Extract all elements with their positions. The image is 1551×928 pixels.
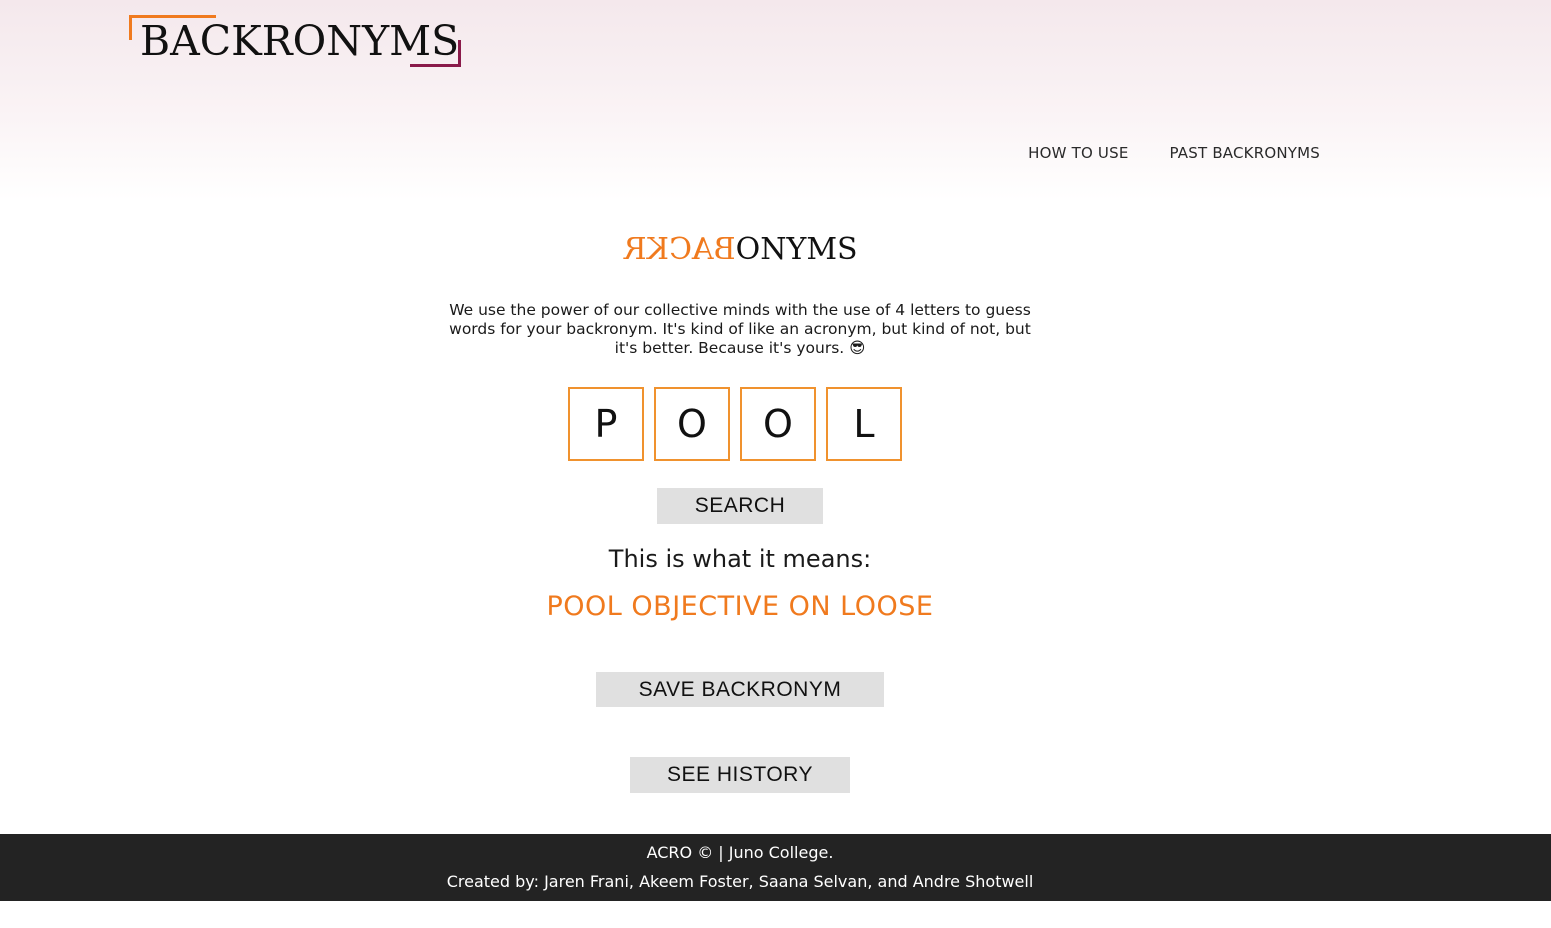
site-header: BACKRONYMS HOW TO USE PAST BACKRONYMS (0, 0, 1551, 200)
backronym-result: POOL OBJECTIVE ON LOOSE (546, 591, 934, 622)
nav-past-backronyms[interactable]: PAST BACKRONYMS (1170, 144, 1320, 162)
nav-how-to-use[interactable]: HOW TO USE (1028, 144, 1128, 162)
site-logo[interactable]: BACKRONYMS (129, 15, 461, 67)
letter-input-3[interactable]: O (740, 387, 816, 461)
hero-logo-mirrored: BACKR (624, 232, 736, 267)
footer-credits: Created by: Jaren Frani, Akeem Foster, S… (446, 872, 1034, 891)
main-nav: HOW TO USE PAST BACKRONYMS (1028, 144, 1320, 162)
letter-inputs: P O O L (568, 387, 902, 461)
letter-input-1[interactable]: P (568, 387, 644, 461)
meaning-label: This is what it means: (608, 545, 872, 573)
see-history-button[interactable]: SEE HISTORY (630, 757, 850, 793)
intro-description: We use the power of our collective minds… (449, 301, 1031, 357)
letter-input-4[interactable]: L (826, 387, 902, 461)
footer-copyright: ACRO © | Juno College. (646, 843, 834, 862)
hero-logo-rest: ONYMS (735, 232, 858, 267)
site-footer: ACRO © | Juno College. Created by: Jaren… (0, 834, 1551, 901)
hero-logo: BACKRONYMS (624, 230, 864, 270)
letter-input-2[interactable]: O (654, 387, 730, 461)
search-button[interactable]: SEARCH (657, 488, 823, 524)
logo-text: BACKRONYMS (140, 17, 460, 65)
save-backronym-button[interactable]: SAVE BACKRONYM (596, 672, 884, 707)
